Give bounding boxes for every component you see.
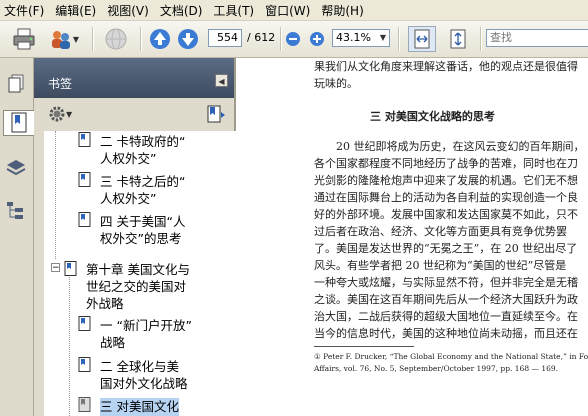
bookmark-icon — [64, 261, 77, 276]
footnote-line: Affairs, vol. 76, No. 5, September/Octob… — [314, 364, 559, 373]
body-text-line: 20 世纪即将成为历史，在这风云变幻的百年期间， — [336, 140, 585, 153]
body-text-line: 之谈。美国在这百年期间先后从一个经济大国跃升为政 — [314, 293, 578, 306]
body-text-line: 当今的信息时代，美国的这种地位尚未动摇，而且还在 — [314, 327, 578, 340]
body-text-line: 通过在国际舞台上的活动为各自利益的实现创造一个良 — [314, 191, 578, 204]
bookmark-item-selected[interactable]: 三 对美国文化 战略的思考 — [44, 396, 250, 416]
body-text-line: 风头。有些学者把 20 世纪称为“美国的世纪”尽管是 — [314, 259, 567, 272]
bookmark-icon — [78, 316, 91, 331]
zoom-level-value: 43.1% — [336, 31, 371, 44]
bookmarks-panel-button[interactable] — [3, 110, 34, 136]
bookmark-icon — [78, 357, 91, 372]
bookmark-icon — [11, 112, 27, 133]
toolbar: ▼ 554 / 612 43.1% ▼ 查找 — [0, 21, 588, 58]
zoom-out-icon — [286, 32, 300, 46]
bookmark-tree: 二 卡特政府的“ 人权外交” 三 卡特之后的“ 人权外交” 四 关于美国“人 权… — [44, 131, 250, 416]
bookmark-icon — [78, 212, 91, 227]
fit-page-button[interactable] — [444, 26, 472, 52]
bookmark-item[interactable]: 二 全球化与美 国对外文化战略 — [44, 356, 250, 396]
footnote-line: ① Peter F. Drucker, “The Global Economy … — [314, 352, 588, 361]
body-text-line: 各个国家都程度不同地经历了战争的苦难，同时也在刀 — [314, 157, 578, 170]
new-bookmark-button[interactable] — [206, 104, 226, 127]
body-text-line: 好的外部环境。发展中国家和发达国家莫不如此，只不 — [314, 208, 578, 221]
body-text-line: 了。美国是发达世界的“无冕之王”，在 20 世纪出尽了 — [314, 242, 578, 255]
bookmark-item[interactable]: 三 卡特之后的“ 人权外交” — [44, 171, 250, 211]
menu-window[interactable]: 窗口(W) — [261, 2, 317, 19]
chevron-down-icon: ▼ — [379, 33, 386, 42]
bookmark-label: 三 卡特之后的“ 人权外交” — [100, 174, 186, 206]
body-text-line: 过后者在政治、经济、文化等方面更具有竞争优势罢 — [314, 225, 567, 238]
bookmarks-header: 书签 ◀ — [34, 58, 234, 98]
menu-help[interactable]: 帮助(H) — [317, 2, 370, 19]
previous-page-button[interactable] — [148, 26, 172, 52]
body-text-line: 一种夸大或炫耀，与实际显然不符，但并非完全是无稽 — [314, 276, 578, 289]
bookmark-label: 二 全球化与美 国对外文化战略 — [100, 359, 188, 391]
bookmarks-toolbar: ▼ — [34, 98, 234, 130]
menu-edit[interactable]: 编辑(E) — [51, 2, 103, 19]
bookmark-label: 四 关于美国“人 权外交”的思考 — [100, 214, 186, 246]
body-text-line: 治大国，二战后获得的超级大国地位一直延续至今。在 — [314, 310, 578, 323]
body-text-line: 玩味的。 — [314, 77, 358, 90]
menu-file[interactable]: 文件(F) — [0, 2, 51, 19]
zoom-in-button[interactable] — [308, 26, 326, 52]
fit-page-icon — [450, 29, 466, 49]
layers-icon — [6, 160, 26, 176]
fit-width-icon — [414, 29, 430, 49]
collaborate-button[interactable] — [100, 26, 132, 52]
model-tree-panel-button[interactable] — [4, 198, 28, 222]
share-button[interactable]: ▼ — [44, 26, 84, 52]
bookmark-icon — [78, 172, 91, 187]
body-text-line: 光剑影的隆隆枪炮声中迎来了发展的机遇。它们无不想 — [314, 174, 578, 187]
bookmark-label: 三 对美国文化 战略的思考 — [100, 398, 179, 416]
fit-width-button[interactable] — [408, 26, 436, 52]
tree-structure-icon — [7, 202, 23, 219]
bookmark-label: 一 “新门户开放” 战略 — [100, 318, 192, 350]
menu-document[interactable]: 文档(D) — [156, 2, 210, 19]
bookmarks-title: 书签 — [48, 77, 73, 91]
menu-view[interactable]: 视图(V) — [103, 2, 156, 19]
bookmark-item[interactable]: 一 “新门户开放” 战略 — [44, 315, 250, 355]
bookmark-item[interactable]: 二 卡特政府的“ 人权外交” — [44, 131, 250, 171]
share-people-icon — [51, 31, 70, 49]
globe-icon — [105, 28, 127, 50]
next-page-button[interactable] — [176, 26, 200, 52]
pages-panel-button[interactable] — [4, 72, 28, 96]
bookmarks-panel: 书签 ◀ ▼ 二 卡特政府的“ 人权外交” 三 卡特之后的“ 人权外交” 四 关… — [34, 58, 250, 416]
bookmark-icon — [78, 132, 91, 147]
arrow-down-icon — [178, 29, 198, 49]
layers-panel-button[interactable] — [4, 156, 28, 180]
gear-icon — [49, 106, 65, 122]
collapse-panel-button[interactable]: ◀ — [215, 74, 228, 87]
menu-bar: 文件(F) 编辑(E) 视图(V) 文档(D) 工具(T) 窗口(W) 帮助(H… — [0, 0, 588, 21]
bookmark-label: 第十章 美国文化与 世纪之交的美国对 外战略 — [86, 262, 190, 311]
print-button[interactable] — [10, 26, 38, 52]
new-bookmark-icon — [207, 105, 225, 123]
zoom-out-button[interactable] — [284, 26, 302, 52]
bookmark-icon — [78, 397, 91, 412]
zoom-level-select[interactable]: 43.1% ▼ — [332, 29, 390, 47]
bookmark-label: 二 卡特政府的“ 人权外交” — [100, 134, 186, 166]
section-heading: 三 对美国文化战略的思考 — [370, 110, 495, 123]
page-number-input[interactable]: 554 — [208, 29, 242, 47]
chevron-down-icon: ▼ — [72, 34, 80, 44]
footnote-rule — [314, 346, 414, 347]
chevron-down-icon: ▼ — [66, 109, 73, 119]
menu-tools[interactable]: 工具(T) — [209, 2, 261, 19]
collapse-toggle[interactable]: − — [51, 263, 60, 273]
zoom-in-icon — [310, 32, 324, 46]
bookmark-item-chapter-10[interactable]: − 第十章 美国文化与 世纪之交的美国对 外战略 — [44, 251, 250, 311]
page-total-label: / 612 — [247, 31, 276, 44]
body-text-line: 果我们从文化角度来理解这番话，他的观点还是很值得 — [314, 60, 578, 73]
bookmark-item[interactable]: 四 关于美国“人 权外交”的思考 — [44, 211, 250, 251]
pages-icon — [8, 74, 24, 93]
document-view[interactable]: 果我们从文化角度来理解这番话，他的观点还是很值得 玩味的。 三 对美国文化战略的… — [236, 58, 588, 416]
search-input[interactable]: 查找 — [486, 29, 588, 47]
options-button[interactable]: ▼ — [48, 105, 72, 123]
navigation-strip — [0, 58, 34, 416]
printer-icon — [13, 28, 35, 50]
arrow-up-icon — [150, 29, 170, 49]
